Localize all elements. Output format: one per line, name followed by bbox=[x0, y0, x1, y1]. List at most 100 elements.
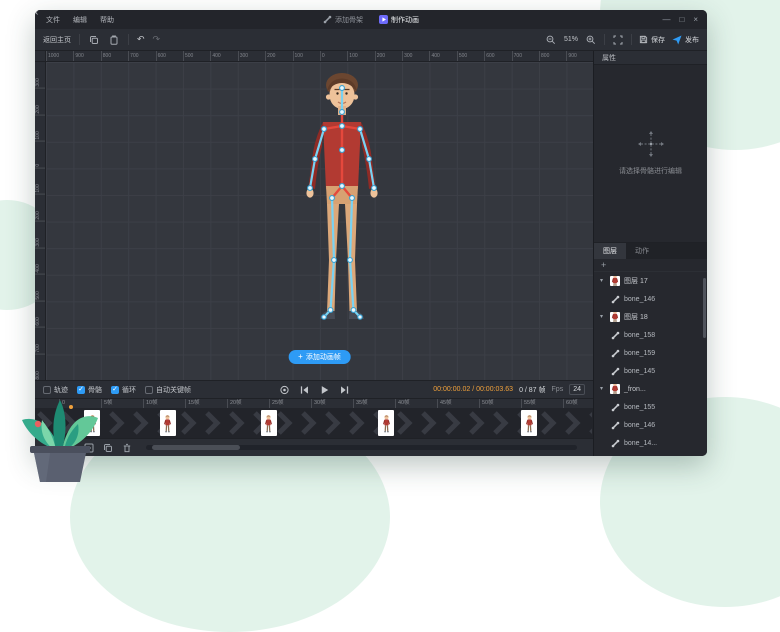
layers-tabs: 图层 动作 bbox=[594, 243, 707, 259]
bone-icon bbox=[611, 331, 620, 340]
checkbox-icon[interactable]: ✓ bbox=[111, 386, 119, 394]
ruler-tick: 200 bbox=[35, 89, 46, 116]
tab-actions[interactable]: 动作 bbox=[626, 243, 658, 259]
playback-controls bbox=[279, 384, 350, 395]
plant-leaves bbox=[22, 400, 98, 450]
bone-icon bbox=[611, 403, 620, 412]
ruler-tick: 300 bbox=[35, 222, 46, 249]
add-layer-row: + bbox=[594, 259, 707, 272]
bone-icon bbox=[611, 439, 620, 448]
properties-title: 属性 bbox=[602, 53, 616, 63]
plant-decoration bbox=[10, 386, 110, 484]
toggle-2[interactable]: ✓循环 bbox=[111, 385, 136, 395]
toggle-3[interactable]: 自动关键帧 bbox=[145, 385, 191, 395]
ruler-tick: 100 bbox=[35, 115, 46, 142]
layer-label: 图层 18 bbox=[624, 312, 648, 322]
ruler-tick: 600 bbox=[35, 301, 46, 328]
timecode: 00:00:00.02 / 00:00:03.63 bbox=[433, 386, 513, 393]
previous-frame-button[interactable] bbox=[299, 384, 310, 395]
ruler-tick: 300 bbox=[35, 62, 46, 89]
layer-bone-row[interactable]: bone_146 bbox=[594, 290, 707, 308]
layer-group-row[interactable]: ▾ 图层 18 bbox=[594, 308, 707, 326]
character-thumbnail bbox=[610, 384, 620, 394]
properties-empty-state: 请选择骨骼进行编辑 bbox=[594, 65, 707, 243]
layer-bone-row[interactable]: bone_158 bbox=[594, 326, 707, 344]
plant-pot bbox=[30, 446, 90, 482]
bone-label: bone_146 bbox=[624, 296, 655, 303]
layer-thumbnail-icon bbox=[610, 312, 620, 322]
rigged-character[interactable] bbox=[277, 68, 407, 333]
plus-icon: + bbox=[298, 353, 303, 361]
timeline-controls: 轨迹✓骨骼✓循环自动关键帧 00:00:00. bbox=[35, 380, 593, 398]
bone-label: bone_159 bbox=[624, 350, 655, 357]
properties-header: 属性 bbox=[594, 51, 707, 65]
bone-label: bone_145 bbox=[624, 368, 655, 375]
add-layer-button[interactable]: + bbox=[601, 261, 606, 270]
bone-label: bone_155 bbox=[624, 404, 655, 411]
layer-label: 图层 17 bbox=[624, 276, 648, 286]
next-frame-button[interactable] bbox=[339, 384, 350, 395]
expand-caret-icon[interactable]: ▾ bbox=[600, 314, 606, 320]
add-animation-frame-button[interactable]: + 添加动画帧 bbox=[288, 350, 351, 364]
app-window: 文件 编辑 帮助 添加骨架 制作动画 — □ × bbox=[35, 10, 707, 456]
layer-group-row[interactable]: ▾ _fron... bbox=[594, 380, 707, 398]
record-button[interactable] bbox=[279, 384, 290, 395]
ruler-tick: 700 bbox=[35, 328, 46, 355]
stage-canvas[interactable]: + 添加动画帧 bbox=[46, 62, 593, 380]
character-thumbnail bbox=[610, 312, 620, 322]
timeline-track[interactable] bbox=[35, 408, 593, 438]
layer-bone-row[interactable]: bone_155 bbox=[594, 398, 707, 416]
character-thumbnail bbox=[524, 414, 535, 433]
character-thumbnail bbox=[263, 414, 274, 433]
expand-caret-icon[interactable]: ▾ bbox=[600, 386, 606, 392]
layer-thumbnail-icon bbox=[610, 384, 620, 394]
layer-thumbnail-icon bbox=[610, 276, 620, 286]
layers-list: ▾ 图层 17 bone_146 ▾ 图层 18 bbox=[594, 272, 707, 456]
bone-label: bone_158 bbox=[624, 332, 655, 339]
add-frame-label: 添加动画帧 bbox=[306, 352, 341, 362]
character-thumbnail bbox=[162, 414, 173, 433]
canvas-ruler-left: 3002001000100200300400500600700800 bbox=[35, 62, 46, 380]
frame-counter: 0 / 87 帧 bbox=[519, 385, 545, 395]
chevron-pattern bbox=[35, 408, 592, 438]
fps-value-input[interactable]: 24 bbox=[569, 384, 585, 395]
keyframe-thumbnail[interactable] bbox=[160, 410, 176, 436]
layer-bone-row[interactable]: bone_146 bbox=[594, 416, 707, 434]
ruler-tick: 800 bbox=[35, 355, 46, 380]
toolbar: ‹ 返回主页 ↶ ↷ 51% bbox=[35, 29, 707, 51]
ruler-tick: 400 bbox=[35, 248, 46, 275]
timeline-scrollbar[interactable] bbox=[146, 445, 577, 450]
ruler-tick: 0 bbox=[35, 142, 46, 169]
keyframe-thumbnail[interactable] bbox=[261, 410, 277, 436]
keyframe-thumbnail[interactable] bbox=[378, 410, 394, 436]
ruler-tick: 500 bbox=[35, 275, 46, 302]
ruler-tick: 200 bbox=[35, 195, 46, 222]
timeline-scrollbar-thumb[interactable] bbox=[152, 445, 240, 450]
bone-label: bone_14... bbox=[624, 440, 657, 447]
keyframe-thumbnail[interactable] bbox=[521, 410, 537, 436]
layers-scrollbar-thumb[interactable] bbox=[703, 278, 706, 338]
bone-icon bbox=[611, 349, 620, 358]
bone-icon bbox=[611, 421, 620, 430]
tab-layers[interactable]: 图层 bbox=[594, 243, 626, 259]
bone-icon bbox=[611, 295, 620, 304]
ruler-tick: 100 bbox=[35, 168, 46, 195]
layer-bone-row[interactable]: bone_145 bbox=[594, 362, 707, 380]
toggle-label: 自动关键帧 bbox=[156, 385, 191, 395]
layer-label: _fron... bbox=[624, 386, 646, 393]
back-home-button[interactable]: ‹ 返回主页 bbox=[43, 35, 71, 45]
canvas-area: 1000900800700600500400300200100010020030… bbox=[35, 51, 593, 380]
right-panel: 属性 请选择骨骼进行编辑 图层 动作 + ▾ bbox=[593, 51, 707, 456]
expand-caret-icon[interactable]: ▾ bbox=[600, 278, 606, 284]
toggle-label: 循环 bbox=[122, 385, 136, 395]
layer-group-row[interactable]: ▾ 图层 17 bbox=[594, 272, 707, 290]
layer-bone-row[interactable]: bone_14... bbox=[594, 434, 707, 452]
checkbox-icon[interactable] bbox=[145, 386, 153, 394]
play-button[interactable] bbox=[319, 384, 330, 395]
fps-label: Fps bbox=[552, 386, 564, 393]
layer-bone-row[interactable]: bone_159 bbox=[594, 344, 707, 362]
bone-icon bbox=[611, 367, 620, 376]
bone-label: bone_146 bbox=[624, 422, 655, 429]
character-thumbnail bbox=[381, 414, 392, 433]
crosshair-icon bbox=[638, 131, 664, 157]
